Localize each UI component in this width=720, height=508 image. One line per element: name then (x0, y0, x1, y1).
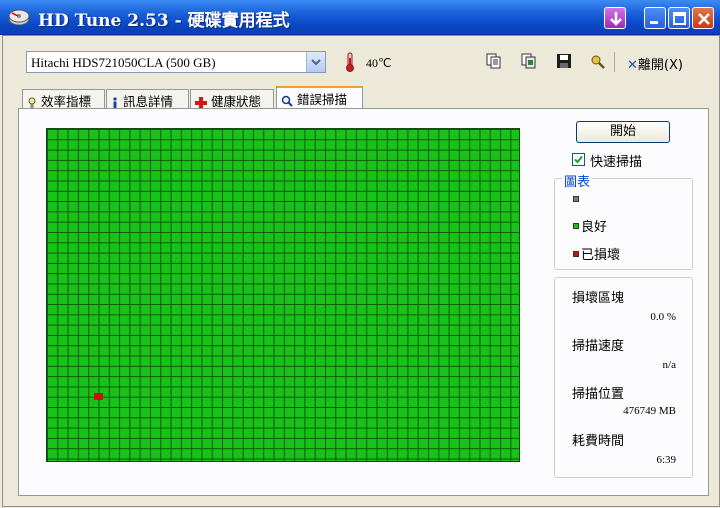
thermometer-icon (346, 52, 354, 72)
damaged-block (94, 393, 103, 400)
stat-label-elapsed-time: 耗費時間 (572, 434, 625, 449)
tab-label: 效率指標 (41, 94, 92, 109)
options-icon[interactable] (590, 53, 606, 69)
stat-label-scan-speed: 掃描速度 (572, 339, 625, 354)
stat-label-scan-position: 掃描位置 (572, 387, 625, 402)
info-icon (113, 96, 117, 108)
toolbar-separator (614, 52, 615, 72)
copy-screenshot-icon[interactable] (521, 53, 537, 69)
down-arrow-icon (610, 12, 622, 26)
tab-info[interactable]: 訊息詳情 (106, 89, 189, 109)
temperature-readout: 40℃ (366, 56, 392, 70)
exit-button[interactable]: ✕離開(X) (627, 54, 683, 73)
exit-x-icon: ✕ (627, 58, 638, 73)
legend-label-damaged: 已損壞 (581, 248, 621, 263)
tab-label: 錯誤掃描 (297, 92, 348, 107)
stat-value-elapsed-time: 6:39 (656, 454, 676, 466)
error-scan-icon (281, 95, 293, 107)
good-blocks (47, 129, 519, 461)
stat-value-scan-speed: n/a (662, 359, 676, 371)
checkmark-icon (574, 155, 583, 164)
close-button[interactable] (692, 7, 714, 29)
exit-label: 離開(X) (637, 58, 683, 73)
window-title: HD Tune 2.53 - 硬碟實用程式 (38, 11, 290, 31)
stat-label-damaged-blocks: 損壞區塊 (572, 291, 625, 306)
maximize-icon (673, 12, 686, 25)
minimize-icon (650, 21, 658, 24)
tab-error-scan[interactable]: 錯誤掃描 (276, 86, 363, 109)
drive-select[interactable]: Hitachi HDS721050CLA (500 GB) (26, 51, 326, 73)
save-icon[interactable] (556, 53, 572, 69)
legend-title: 圖表 (562, 171, 593, 190)
legend-label-good: 良好 (581, 220, 608, 235)
legend-swatch-damaged (573, 251, 579, 257)
quick-scan-label: 快速掃描 (590, 155, 643, 170)
chevron-down-icon[interactable] (306, 52, 325, 72)
stat-value-damaged-blocks: 0.0 % (650, 311, 676, 323)
legend-swatch-unscanned (573, 196, 579, 202)
close-icon (698, 13, 710, 25)
tab-label: 健康狀態 (211, 94, 262, 109)
stat-value-scan-position: 476749 MB (623, 405, 676, 417)
maximize-button[interactable] (668, 7, 690, 29)
download-button[interactable] (604, 7, 626, 29)
tab-label: 訊息詳情 (123, 94, 174, 109)
scan-block-grid (46, 128, 520, 462)
minimize-button[interactable] (644, 7, 666, 29)
title-bar: HD Tune 2.53 - 硬碟實用程式 (0, 0, 720, 35)
quick-scan-checkbox[interactable] (572, 153, 585, 166)
copy-text-icon[interactable] (486, 53, 502, 69)
drive-select-value: Hitachi HDS721050CLA (500 GB) (31, 55, 216, 70)
tab-health[interactable]: 健康狀態 (190, 89, 274, 109)
health-icon (195, 96, 207, 109)
benchmark-icon (28, 97, 36, 108)
tab-benchmark[interactable]: 效率指標 (22, 89, 105, 109)
hd-tune-logo-icon (8, 9, 30, 26)
start-button[interactable]: 開始 (576, 121, 670, 143)
legend-swatch-good (573, 223, 579, 229)
